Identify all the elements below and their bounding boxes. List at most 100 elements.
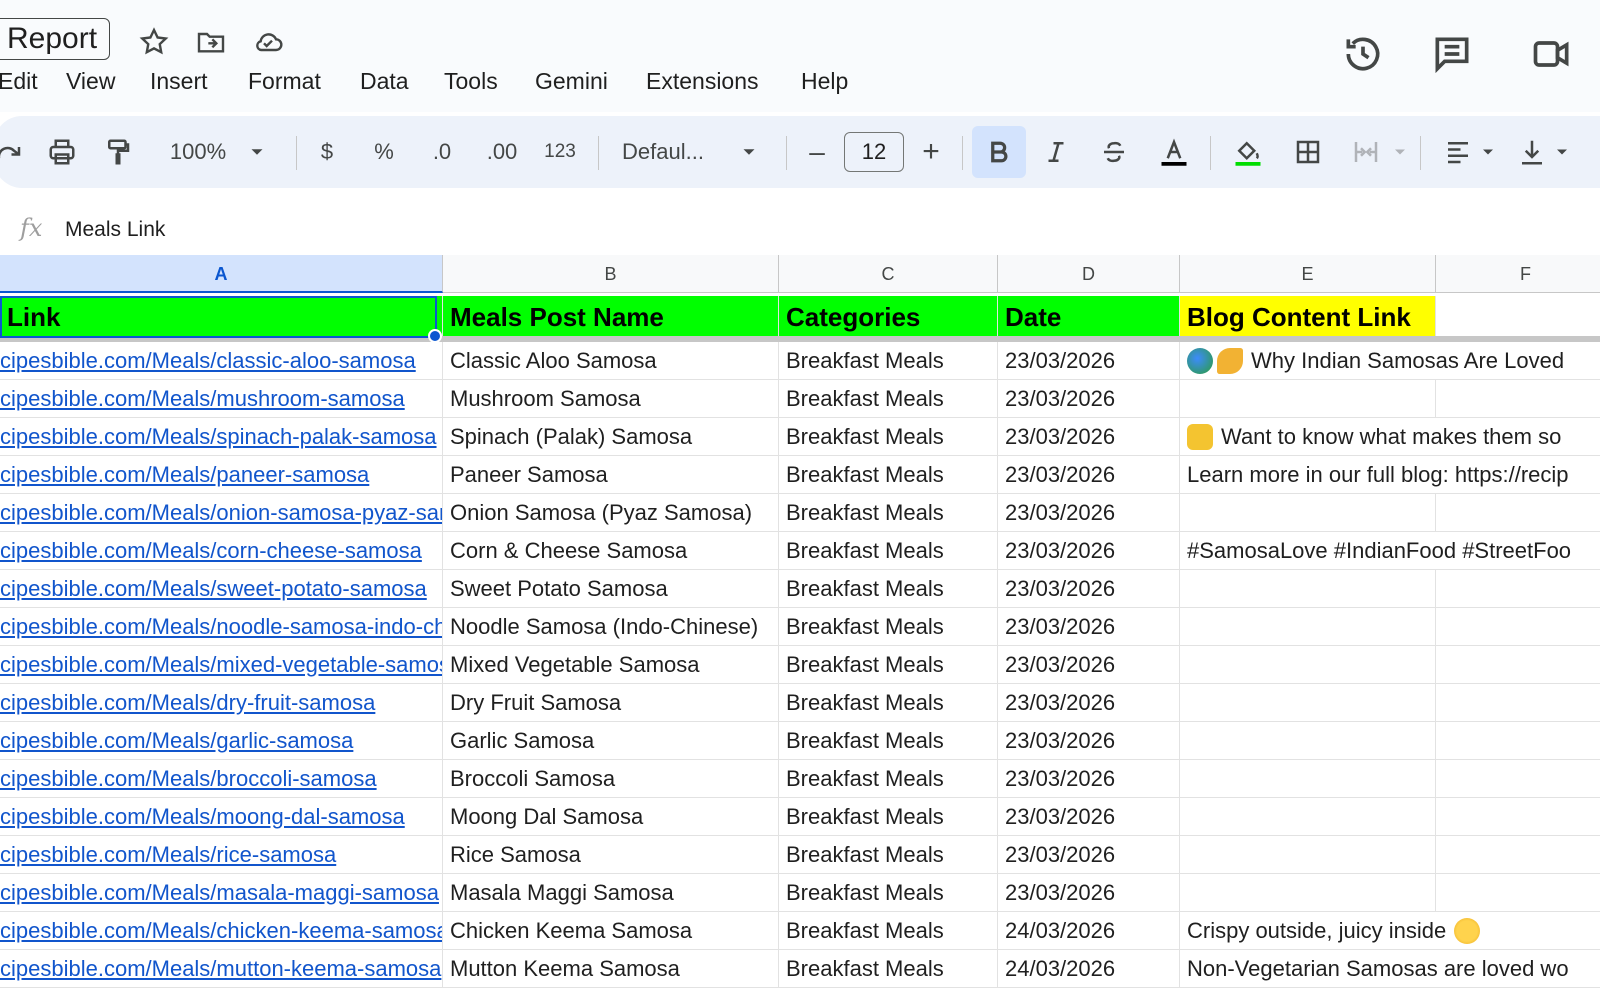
cell-meal-name[interactable]: Rice Samosa [443, 836, 779, 874]
cell-blog-content[interactable] [1180, 570, 1436, 608]
redo-icon[interactable] [0, 130, 24, 174]
cell-date[interactable]: 23/03/2026 [998, 342, 1180, 380]
cell-link[interactable]: cipesbible.com/Meals/mushroom-samosa [0, 380, 443, 418]
cell-meal-name[interactable]: Sweet Potato Samosa [443, 570, 779, 608]
decrease-decimal-button[interactable]: .0 [424, 130, 460, 174]
cell-date[interactable]: 24/03/2026 [998, 950, 1180, 988]
document-title[interactable]: Report [0, 18, 111, 60]
cell-date[interactable]: 23/03/2026 [998, 532, 1180, 570]
merge-dropdown-icon[interactable] [1390, 130, 1410, 174]
version-history-icon[interactable] [1341, 32, 1385, 76]
column-header-f[interactable]: F [1436, 255, 1600, 293]
vertical-align-icon[interactable] [1512, 130, 1552, 174]
borders-icon[interactable] [1288, 130, 1328, 174]
strikethrough-icon[interactable] [1094, 130, 1134, 174]
cell-f[interactable] [1436, 722, 1600, 760]
cell-blog-content[interactable] [1180, 608, 1436, 646]
header-cell-blog-content-link[interactable]: Blog Content Link [1180, 296, 1436, 339]
menu-tools[interactable]: Tools [444, 68, 498, 95]
cell-link[interactable]: cipesbible.com/Meals/noodle-samosa-indo-… [0, 608, 443, 646]
cell-category[interactable]: Breakfast Meals [779, 608, 998, 646]
fill-handle[interactable] [428, 329, 442, 343]
column-header-e[interactable]: E [1180, 255, 1436, 293]
cell-link[interactable]: cipesbible.com/Meals/dry-fruit-samosa [0, 684, 443, 722]
cell-link[interactable]: cipesbible.com/Meals/moong-dal-samosa [0, 798, 443, 836]
cell-link[interactable]: cipesbible.com/Meals/corn-cheese-samosa [0, 532, 443, 570]
cell-f[interactable] [1436, 380, 1600, 418]
menu-help[interactable]: Help [801, 68, 848, 95]
cell-category[interactable]: Breakfast Meals [779, 532, 998, 570]
more-formats-button[interactable]: 123 [540, 130, 580, 174]
cell-link[interactable]: cipesbible.com/Meals/classic-aloo-samosa [0, 342, 443, 380]
cell-f[interactable] [1436, 874, 1600, 912]
font-dropdown-icon[interactable] [738, 130, 760, 174]
cell-date[interactable]: 23/03/2026 [998, 798, 1180, 836]
cell-category[interactable]: Breakfast Meals [779, 912, 998, 950]
cell-category[interactable]: Breakfast Meals [779, 874, 998, 912]
cell-meal-name[interactable]: Spinach (Palak) Samosa [443, 418, 779, 456]
column-header-c[interactable]: C [779, 255, 998, 293]
increase-font-size-button[interactable]: + [916, 130, 946, 174]
cell-date[interactable]: 23/03/2026 [998, 608, 1180, 646]
cell-category[interactable]: Breakfast Meals [779, 950, 998, 988]
cell-f[interactable] [1436, 684, 1600, 722]
font-size-input[interactable]: 12 [844, 132, 904, 172]
cell-link[interactable]: cipesbible.com/Meals/masala-maggi-samosa [0, 874, 443, 912]
cell-link[interactable]: cipesbible.com/Meals/sweet-potato-samosa [0, 570, 443, 608]
header-cell-date[interactable]: Date [998, 296, 1180, 339]
cell-blog-content[interactable] [1180, 836, 1436, 874]
cell-date[interactable]: 23/03/2026 [998, 874, 1180, 912]
cell-blog-content[interactable] [1180, 380, 1436, 418]
formula-input[interactable]: Meals Link [65, 218, 165, 242]
cell-meal-name[interactable]: Noodle Samosa (Indo-Chinese) [443, 608, 779, 646]
bold-button[interactable] [972, 126, 1026, 178]
cell-blog-content[interactable] [1180, 646, 1436, 684]
cell-meal-name[interactable]: Moong Dal Samosa [443, 798, 779, 836]
cell-link[interactable]: cipesbible.com/Meals/mixed-vegetable-sam… [0, 646, 443, 684]
cell-link[interactable]: cipesbible.com/Meals/garlic-samosa [0, 722, 443, 760]
merge-cells-icon[interactable] [1346, 130, 1386, 174]
cell-f[interactable] [1436, 608, 1600, 646]
menu-insert[interactable]: Insert [150, 68, 208, 95]
cell-link[interactable]: cipesbible.com/Meals/onion-samosa-pyaz-s… [0, 494, 443, 532]
cell-meal-name[interactable]: Broccoli Samosa [443, 760, 779, 798]
cell-category[interactable]: Breakfast Meals [779, 570, 998, 608]
cell-category[interactable]: Breakfast Meals [779, 418, 998, 456]
cell-link[interactable]: cipesbible.com/Meals/paneer-samosa [0, 456, 443, 494]
cell-category[interactable]: Breakfast Meals [779, 456, 998, 494]
column-header-b[interactable]: B [443, 255, 779, 293]
cell-link[interactable]: cipesbible.com/Meals/mutton-keema-samosa [0, 950, 443, 988]
cell-category[interactable]: Breakfast Meals [779, 760, 998, 798]
cell-date[interactable]: 24/03/2026 [998, 912, 1180, 950]
text-color-icon[interactable] [1152, 130, 1196, 174]
cell-category[interactable]: Breakfast Meals [779, 646, 998, 684]
cell-category[interactable]: Breakfast Meals [779, 380, 998, 418]
fill-color-icon[interactable] [1226, 130, 1270, 174]
zoom-dropdown-icon[interactable] [246, 130, 268, 174]
cell-f[interactable] [1436, 912, 1600, 950]
cell-category[interactable]: Breakfast Meals [779, 722, 998, 760]
cell-blog-content[interactable] [1180, 760, 1436, 798]
cell-link[interactable]: cipesbible.com/Meals/spinach-palak-samos… [0, 418, 443, 456]
align-dropdown-icon[interactable] [1478, 130, 1498, 174]
menu-gemini[interactable]: Gemini [535, 68, 608, 95]
cell-link[interactable]: cipesbible.com/Meals/broccoli-samosa [0, 760, 443, 798]
cell-f[interactable] [1436, 342, 1600, 380]
cell-meal-name[interactable]: Dry Fruit Samosa [443, 684, 779, 722]
meet-icon[interactable] [1530, 32, 1574, 76]
header-cell-link[interactable]: Link [0, 296, 443, 339]
cell-link[interactable]: cipesbible.com/Meals/rice-samosa [0, 836, 443, 874]
italic-icon[interactable] [1036, 130, 1076, 174]
cell-blog-content[interactable] [1180, 494, 1436, 532]
percent-format-button[interactable]: % [369, 130, 399, 174]
cell-date[interactable]: 23/03/2026 [998, 418, 1180, 456]
comments-icon[interactable] [1430, 32, 1474, 76]
cell-meal-name[interactable]: Corn & Cheese Samosa [443, 532, 779, 570]
header-cell-f[interactable] [1436, 296, 1600, 339]
paint-format-icon[interactable] [98, 130, 138, 174]
cell-category[interactable]: Breakfast Meals [779, 684, 998, 722]
cell-meal-name[interactable]: Onion Samosa (Pyaz Samosa) [443, 494, 779, 532]
cell-f[interactable] [1436, 456, 1600, 494]
cell-category[interactable]: Breakfast Meals [779, 836, 998, 874]
menu-edit[interactable]: Edit [0, 68, 38, 95]
